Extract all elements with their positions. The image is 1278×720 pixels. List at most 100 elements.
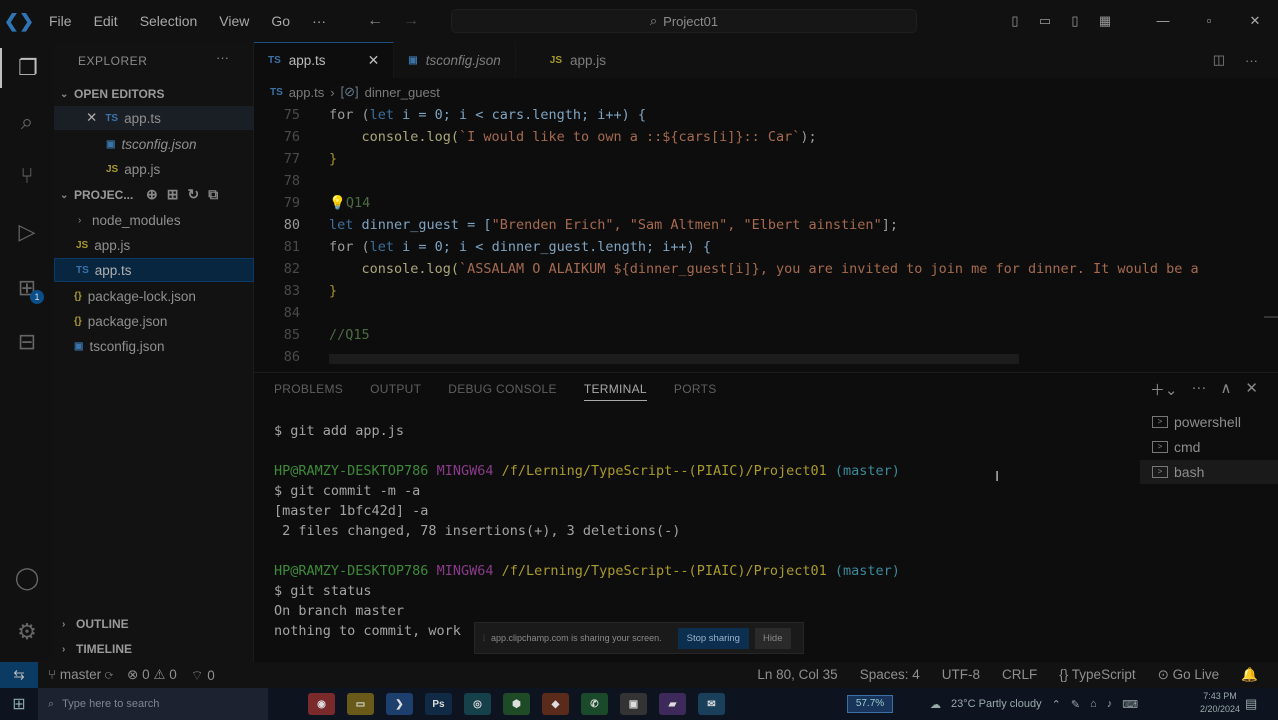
editor-more-icon[interactable]: ··· (1245, 53, 1258, 68)
photoshop-app-icon[interactable]: Ps (425, 693, 452, 715)
open-editor-item[interactable]: ✕ TS app.ts (54, 106, 254, 130)
tab-ports[interactable]: PORTS (674, 382, 717, 401)
indentation[interactable]: Spaces: 4 (860, 667, 920, 683)
drag-handle-icon[interactable]: ⦙ (483, 633, 485, 644)
cursor-position[interactable]: Ln 80, Col 35 (757, 667, 837, 683)
menu-file[interactable]: File (38, 13, 83, 29)
explorer-more-icon[interactable]: ··· (216, 50, 229, 65)
battery-indicator[interactable]: 57.7% (847, 695, 893, 713)
close-icon[interactable]: ✕ (86, 110, 97, 126)
toggle-panel-icon[interactable]: ▭ (1030, 13, 1060, 29)
search-activity-icon[interactable]: ⌕ (0, 102, 54, 142)
command-center-search[interactable]: ⌕ Project01 (451, 9, 917, 33)
tab-output[interactable]: OUTPUT (370, 382, 421, 401)
collapse-all-icon[interactable]: ⧉ (208, 186, 218, 203)
split-editor-icon[interactable]: ◫ (1213, 52, 1225, 68)
go-live[interactable]: ⊙ Go Live (1158, 667, 1220, 683)
language-mode[interactable]: {} TypeScript (1059, 667, 1135, 683)
problems-status[interactable]: ⊗ 0 ⚠ 0 (127, 667, 177, 684)
tree-item-file[interactable]: {} package-lock.json (54, 284, 254, 308)
account-icon[interactable]: ◯ (0, 558, 54, 598)
mail-app-icon[interactable]: ✉ (698, 693, 725, 715)
tab-app-js[interactable]: JS app.js (516, 42, 620, 78)
tree-item-file-selected[interactable]: TS app.ts (54, 258, 254, 282)
menu-view[interactable]: View (208, 13, 260, 29)
run-debug-icon[interactable]: ▷ (0, 212, 54, 252)
menu-selection[interactable]: Selection (129, 13, 209, 29)
close-panel-icon[interactable]: ✕ (1245, 379, 1258, 400)
notifications-bell-icon[interactable]: 🔔 (1241, 667, 1258, 683)
terminal-list-item[interactable]: > cmd (1140, 435, 1278, 459)
encoding[interactable]: UTF-8 (942, 667, 980, 683)
new-folder-icon[interactable]: ⊞ (167, 186, 179, 203)
outline-header[interactable]: › OUTLINE (54, 612, 254, 636)
toggle-sidebar-icon[interactable]: ▯ (1000, 13, 1030, 29)
close-window-icon[interactable]: ✕ (1232, 13, 1278, 29)
tab-tsconfig[interactable]: ▣ tsconfig.json (394, 42, 516, 78)
network-icon[interactable]: ⌂ (1090, 698, 1097, 710)
extensions-icon[interactable]: ⊞ (0, 268, 54, 308)
volume-icon[interactable]: ♪ (1107, 698, 1113, 710)
timeline-header[interactable]: › TIMELINE (54, 637, 254, 661)
hide-button[interactable]: Hide (754, 627, 791, 649)
file-explorer-app-icon[interactable]: ▭ (347, 693, 374, 715)
horizontal-scrollbar[interactable] (329, 354, 1019, 364)
stop-sharing-button[interactable]: Stop sharing (677, 627, 749, 649)
git-app-icon[interactable]: ◆ (542, 693, 569, 715)
code-editor[interactable]: 75 for (let i = 0; i < cars.length; i++)… (254, 104, 1278, 366)
maximize-panel-icon[interactable]: ∧ (1220, 379, 1231, 400)
project-header[interactable]: ⌄ PROJEC... ⊕ ⊞ ↻ ⧉ (54, 183, 254, 207)
vscode-app-icon[interactable]: ❯ (386, 693, 413, 715)
new-terminal-icon[interactable]: ＋⌄ (1150, 379, 1178, 400)
source-control-icon[interactable]: ⑂ (0, 156, 54, 196)
clock[interactable]: 7:43 PM 2/20/2024 (1200, 690, 1240, 716)
explorer-icon[interactable]: ❐ (0, 48, 54, 88)
pen-icon[interactable]: ✎ (1071, 698, 1080, 711)
terminal-app-icon[interactable]: ▣ (620, 693, 647, 715)
panel-more-icon[interactable]: ··· (1191, 379, 1206, 400)
forward-arrow-icon[interactable]: → (403, 12, 419, 30)
new-file-icon[interactable]: ⊕ (146, 186, 158, 203)
breadcrumb-file[interactable]: app.ts (289, 85, 324, 100)
open-editor-item[interactable]: ▣ tsconfig.json (54, 132, 254, 156)
taskbar-search[interactable]: ⌕ Type here to search (38, 688, 268, 720)
back-arrow-icon[interactable]: ← (367, 12, 383, 30)
toggle-secondary-sidebar-icon[interactable]: ▯ (1060, 13, 1090, 29)
tree-item-file[interactable]: {} package.json (54, 309, 254, 333)
remote-indicator-icon[interactable]: ⇆ (0, 662, 38, 688)
windows-start-icon[interactable]: ⊞ (0, 694, 38, 714)
ports-status[interactable]: ⌔ 0 (191, 667, 215, 684)
minimize-icon[interactable]: — (1140, 13, 1186, 29)
language-icon[interactable]: ⌨ (1122, 698, 1138, 711)
open-editor-item[interactable]: JS app.js (54, 157, 254, 181)
maximize-icon[interactable]: ▫ (1186, 13, 1232, 29)
menu-go[interactable]: Go (260, 13, 301, 29)
chrome-app-icon[interactable]: ◉ (308, 693, 335, 715)
menu-more[interactable]: ··· (301, 13, 337, 29)
node-app-icon[interactable]: ⬢ (503, 693, 530, 715)
tab-problems[interactable]: PROBLEMS (274, 382, 343, 401)
edge-app-icon[interactable]: ◎ (464, 693, 491, 715)
menu-edit[interactable]: Edit (83, 13, 129, 29)
lightbulb-icon[interactable]: 💡 (329, 195, 346, 211)
notification-center-icon[interactable]: ▤ (1245, 696, 1257, 712)
tray-chevron-icon[interactable]: ⌃ (1052, 698, 1061, 711)
terminal-list-item[interactable]: > powershell (1140, 410, 1278, 434)
customize-layout-icon[interactable]: ▦ (1090, 13, 1120, 29)
branch-status[interactable]: ⑂ master ⟳ (48, 667, 113, 684)
tab-app-ts[interactable]: TS app.ts ✕ (254, 42, 395, 78)
weather-text[interactable]: 23°C Partly cloudy (951, 698, 1042, 710)
whatsapp-app-icon[interactable]: ✆ (581, 693, 608, 715)
clipchamp-app-icon[interactable]: ▰ (659, 693, 686, 715)
remote-explorer-icon[interactable]: ⊟ (0, 322, 54, 362)
tab-terminal[interactable]: TERMINAL (583, 382, 647, 401)
line-ending[interactable]: CRLF (1002, 667, 1037, 683)
tree-item-file[interactable]: JS app.js (54, 233, 254, 257)
settings-gear-icon[interactable]: ⚙ (0, 612, 54, 652)
tab-debug-console[interactable]: DEBUG CONSOLE (448, 382, 557, 401)
close-tab-icon[interactable]: ✕ (368, 52, 380, 69)
open-editors-header[interactable]: ⌄ OPEN EDITORS (54, 82, 254, 106)
tree-item-folder[interactable]: › node_modules (54, 208, 254, 232)
refresh-icon[interactable]: ↻ (187, 186, 199, 203)
tree-item-file[interactable]: ▣ tsconfig.json (54, 334, 254, 358)
